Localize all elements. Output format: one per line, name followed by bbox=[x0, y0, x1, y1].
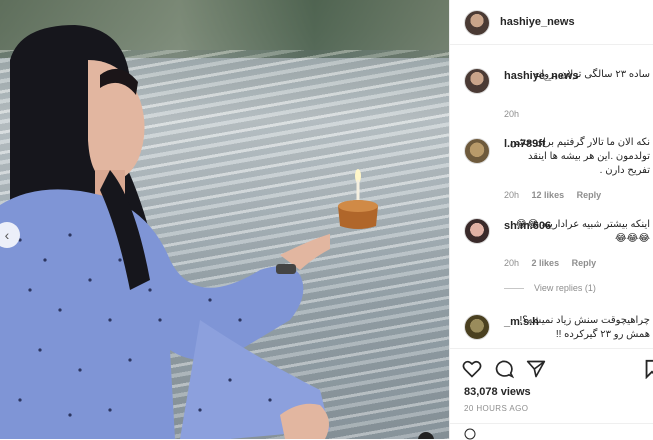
caption-text: ساده ۲۳ سالگی ترلان پروانه bbox=[533, 69, 650, 80]
comment-time: 20h bbox=[504, 190, 520, 200]
comment-icon[interactable] bbox=[494, 359, 514, 379]
instagram-post-viewer: ‹ hashiye_news hashiye_news ساده ۲۳ سالگ… bbox=[0, 0, 653, 440]
post-header: hashiye_news bbox=[450, 0, 653, 45]
caption-time: 20h bbox=[504, 109, 520, 119]
comment-avatar[interactable] bbox=[464, 138, 490, 164]
post-time-ago[interactable]: 20 HOURS AGO bbox=[464, 404, 528, 413]
bookmark-icon[interactable] bbox=[644, 359, 653, 379]
comment-text: اینکه بیشتر شبیه عرادارییه 😂😂😂😂😂 bbox=[515, 219, 650, 244]
caption-avatar[interactable] bbox=[464, 68, 490, 94]
chevron-left-icon: ‹ bbox=[4, 227, 10, 243]
view-replies-label: View replies (1) bbox=[534, 283, 596, 293]
post-side-panel: hashiye_news hashiye_news ساده ۲۳ سالگی … bbox=[449, 0, 653, 440]
heart-icon[interactable] bbox=[462, 359, 482, 379]
comment-meta: 20h 12 likes Reply bbox=[504, 190, 611, 200]
post-media[interactable]: ‹ bbox=[0, 0, 449, 439]
author-username[interactable]: hashiye_news bbox=[500, 16, 575, 28]
author-avatar[interactable] bbox=[464, 10, 490, 36]
comment-avatar[interactable] bbox=[464, 218, 490, 244]
views-count[interactable]: 83,078 views bbox=[464, 386, 531, 398]
comment-reply-button[interactable]: Reply bbox=[572, 258, 597, 268]
emoji-icon[interactable] bbox=[464, 428, 476, 440]
view-replies-button[interactable]: View replies (1) bbox=[504, 283, 596, 293]
comment-text: نکه الان ما تالار گرفتیم برای جشن تولدمو… bbox=[509, 137, 650, 176]
comment-avatar[interactable] bbox=[464, 314, 490, 340]
woman-figure-image bbox=[0, 25, 330, 439]
cake-with-candle-image bbox=[338, 169, 378, 229]
comment-reply-button[interactable]: Reply bbox=[577, 190, 602, 200]
divider bbox=[504, 288, 524, 290]
comment-likes[interactable]: 2 likes bbox=[532, 258, 560, 268]
share-icon[interactable] bbox=[526, 359, 546, 379]
add-comment-bar[interactable] bbox=[450, 423, 653, 440]
comment-likes[interactable]: 12 likes bbox=[532, 190, 565, 200]
comment-meta: 20h 2 likes Reply bbox=[504, 258, 606, 268]
comment-time: 20h bbox=[504, 258, 520, 268]
comment-text: چراهیچوقت سنش زیاد نمیشه؟! همش رو ۲۳ گیر… bbox=[519, 315, 650, 340]
